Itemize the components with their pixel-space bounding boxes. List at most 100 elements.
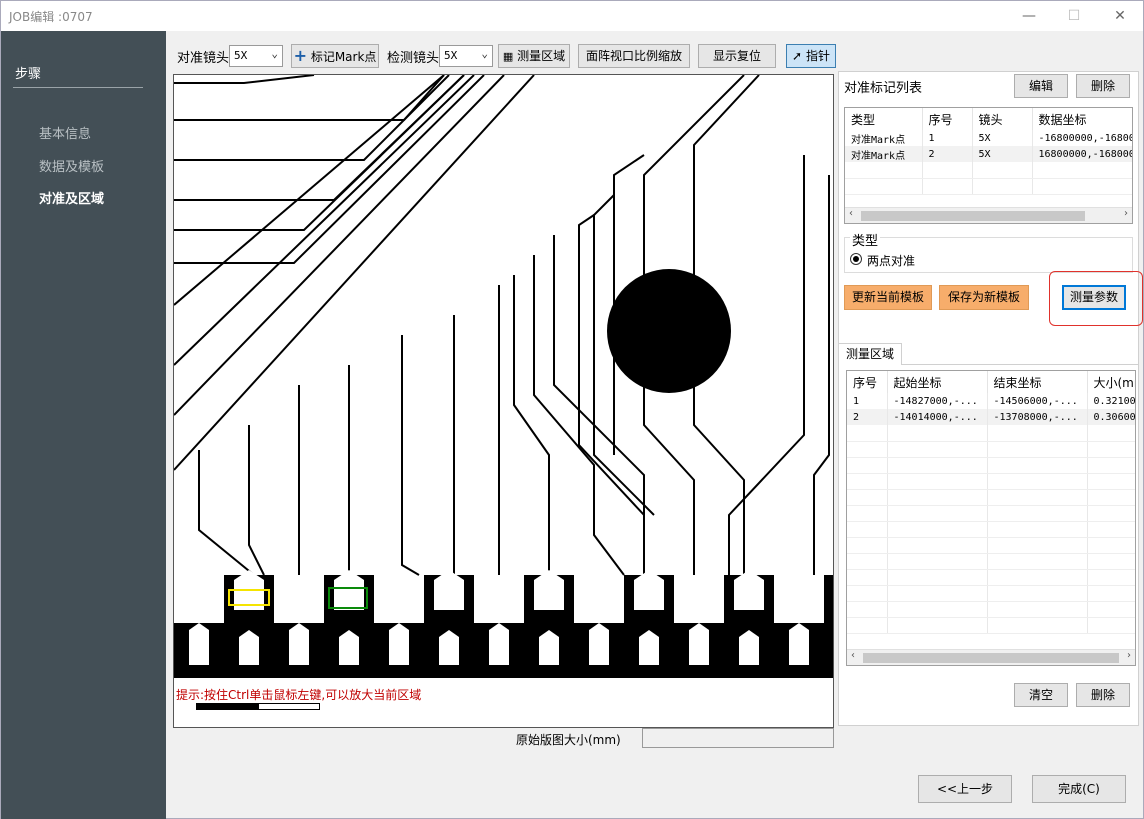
horizontal-scrollbar[interactable]: ‹ › [847,649,1135,665]
layout-canvas[interactable]: 提示:按住Ctrl单击鼠标左键,可以放大当前区域 [173,74,834,728]
clear-areas-button[interactable]: 清空 [1014,683,1068,707]
minimize-icon[interactable]: — [1014,5,1044,27]
reset-display-button[interactable]: 显示复位 [698,44,776,68]
circuit-layout [174,75,833,678]
trace [174,75,465,231]
fit-viewport-button[interactable]: 面阵视口比例缩放 [578,44,690,68]
two-point-align-radio[interactable] [850,253,862,265]
scroll-left-icon[interactable]: ‹ [851,650,855,661]
mark-list-table[interactable]: 类型 序号 镜头 数据坐标 对准Mark点 1 5X -16800000,-16… [844,107,1133,224]
sidebar-item-basic-info[interactable]: 基本信息 [39,123,91,142]
column-header[interactable]: 序号 [847,371,888,393]
type-group-title: 类型 [850,230,881,249]
cell: 0.32100 [1087,393,1135,409]
plus-icon: + [293,46,307,65]
chevron-down-icon: ⌄ [481,47,488,60]
measure-area-label: 测量区域 [517,49,566,63]
job-editor-window: JOB编辑 :0707 — ☐ ✕ 步骤 基本信息 数据及模板 对准及区域 对准… [0,0,1144,819]
align-lens-select[interactable]: 5X ⌄ [229,45,283,67]
horizontal-scrollbar[interactable]: ‹ › [845,207,1132,223]
cell: 0.30600 [1087,409,1135,425]
cell: 对准Mark点 [845,146,923,162]
table-header: 类型 序号 镜头 数据坐标 [845,108,1132,130]
steps-sidebar: 步骤 基本信息 数据及模板 对准及区域 [1,31,166,819]
column-header[interactable]: 序号 [922,108,973,130]
align-lens-label: 对准镜头 [177,51,230,66]
delete-mark-button[interactable]: 删除 [1076,74,1130,98]
pad-row-top-holes [234,570,764,610]
pointer-tool-button[interactable]: ➚ 指针 [786,44,836,68]
column-header[interactable]: 起始坐标 [887,371,988,393]
table-row[interactable]: 对准Mark点 2 5X 16800000,-168000 [845,146,1132,162]
column-header[interactable]: 类型 [845,108,923,130]
cell: -16800000,-16800 [1032,130,1132,146]
trace [174,75,445,306]
tab-measure-area[interactable]: 测量区域 [838,343,902,365]
delete-area-button[interactable]: 删除 [1076,683,1130,707]
save-template-button[interactable]: 保存为新模板 [939,285,1029,310]
original-size-label: 原始版图大小(mm) [516,733,621,747]
trace [401,335,420,576]
cell: -14014000,-... [887,409,988,425]
sidebar-divider [13,87,143,88]
scroll-right-icon[interactable]: › [1127,650,1131,661]
trace [813,175,830,575]
cell: 2 [847,409,888,425]
detect-lens-value: 5X [444,49,458,62]
title-bar: JOB编辑 :0707 — ☐ ✕ [1,1,1143,31]
finish-button[interactable]: 完成(C) [1032,775,1126,803]
trace [198,450,255,576]
measure-area-button[interactable]: ▦ 测量区域 [498,44,570,68]
cell: 2 [922,146,973,162]
scroll-thumb[interactable] [861,211,1085,221]
table-row[interactable]: 2 -14014000,-... -13708000,-... 0.30600 [847,409,1135,425]
scroll-thumb[interactable] [863,653,1119,663]
fiducial-circle [607,269,731,393]
trace [174,75,315,84]
trace [174,75,475,366]
cell: -14827000,-... [887,393,988,409]
detect-lens-label: 检测镜头 [387,51,440,66]
zoom-hint: 提示:按住Ctrl单击鼠标左键,可以放大当前区域 [176,688,422,702]
mark-point-label: 标记Mark点 [310,50,377,64]
pad [824,575,833,623]
chevron-down-icon: ⌄ [271,47,278,60]
cell: 1 [847,393,888,409]
update-template-button[interactable]: 更新当前模板 [844,285,932,310]
table-row[interactable]: 对准Mark点 1 5X -16800000,-16800 [845,130,1132,146]
window-title: JOB编辑 :0707 [9,10,93,24]
close-icon[interactable]: ✕ [1105,5,1135,27]
cell: 5X [972,130,1033,146]
cell: -13708000,-... [987,409,1088,425]
cell: 5X [972,146,1033,162]
scroll-left-icon[interactable]: ‹ [849,208,853,219]
trace [513,275,550,575]
column-header[interactable]: 镜头 [972,108,1033,130]
mark-list-title: 对准标记列表 [844,81,923,96]
column-header[interactable]: 数据坐标 [1032,108,1132,130]
traces-group [174,75,830,576]
trace [174,75,450,161]
detect-lens-select[interactable]: 5X ⌄ [439,45,493,67]
cursor-icon: ➚ [792,49,803,63]
sidebar-item-align-area[interactable]: 对准及区域 [39,188,104,207]
table-header: 序号 起始坐标 结束坐标 大小(mm [847,371,1135,393]
trace [174,75,535,471]
original-size-field [642,728,834,748]
align-lens-value: 5X [234,49,248,62]
cell: -14506000,-... [987,393,1088,409]
sidebar-item-data-template[interactable]: 数据及模板 [39,156,104,175]
column-header[interactable]: 结束坐标 [987,371,1088,393]
trace [728,155,805,575]
measure-params-button[interactable]: 测量参数 [1062,285,1126,310]
two-point-align-label[interactable]: 两点对准 [867,252,915,269]
mark-point-button[interactable]: + 标记Mark点 [291,44,379,68]
measure-area-table[interactable]: 序号 起始坐标 结束坐标 大小(mm 1 -14827000,-... -145… [846,370,1136,666]
edit-mark-button[interactable]: 编辑 [1014,74,1068,98]
maximize-icon[interactable]: ☐ [1059,5,1089,27]
table-row[interactable]: 1 -14827000,-... -14506000,-... 0.32100 [847,393,1135,409]
trace [174,75,485,264]
scroll-right-icon[interactable]: › [1124,208,1128,219]
column-header[interactable]: 大小(mm [1087,371,1135,393]
prev-step-button[interactable]: <<上一步 [918,775,1012,803]
